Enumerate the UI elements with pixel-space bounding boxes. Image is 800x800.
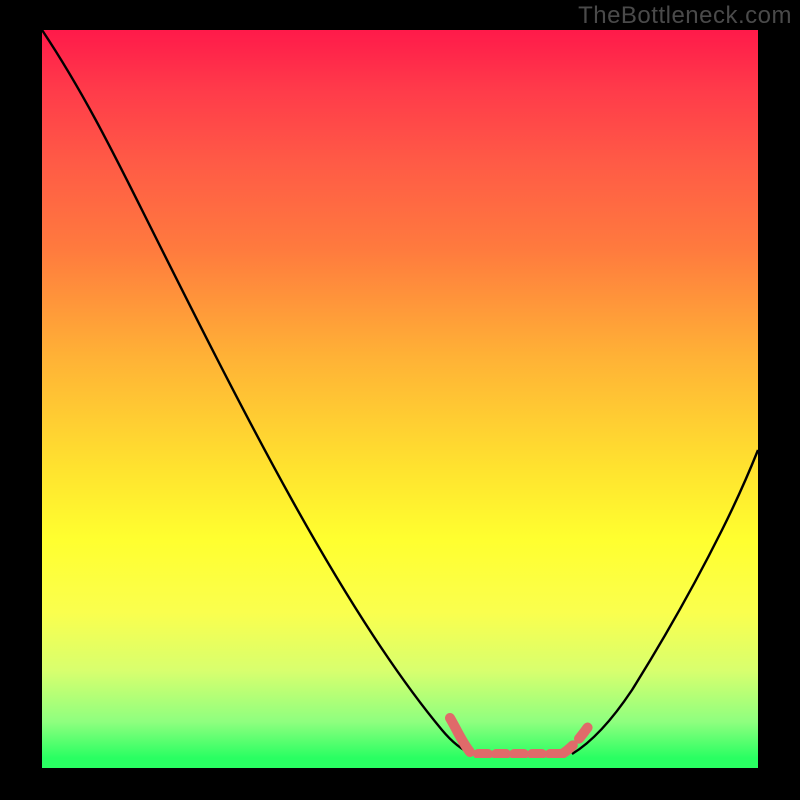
bottleneck-curve-right <box>572 450 758 754</box>
bottom-green-strip <box>42 758 758 768</box>
chart-frame: TheBottleneck.com <box>0 0 800 800</box>
curve-overlay <box>42 30 758 758</box>
bottleneck-curve-left <box>42 30 472 754</box>
watermark-text: TheBottleneck.com <box>578 2 792 30</box>
sweet-spot-right-cap <box>562 724 590 754</box>
plot-area <box>42 30 758 758</box>
